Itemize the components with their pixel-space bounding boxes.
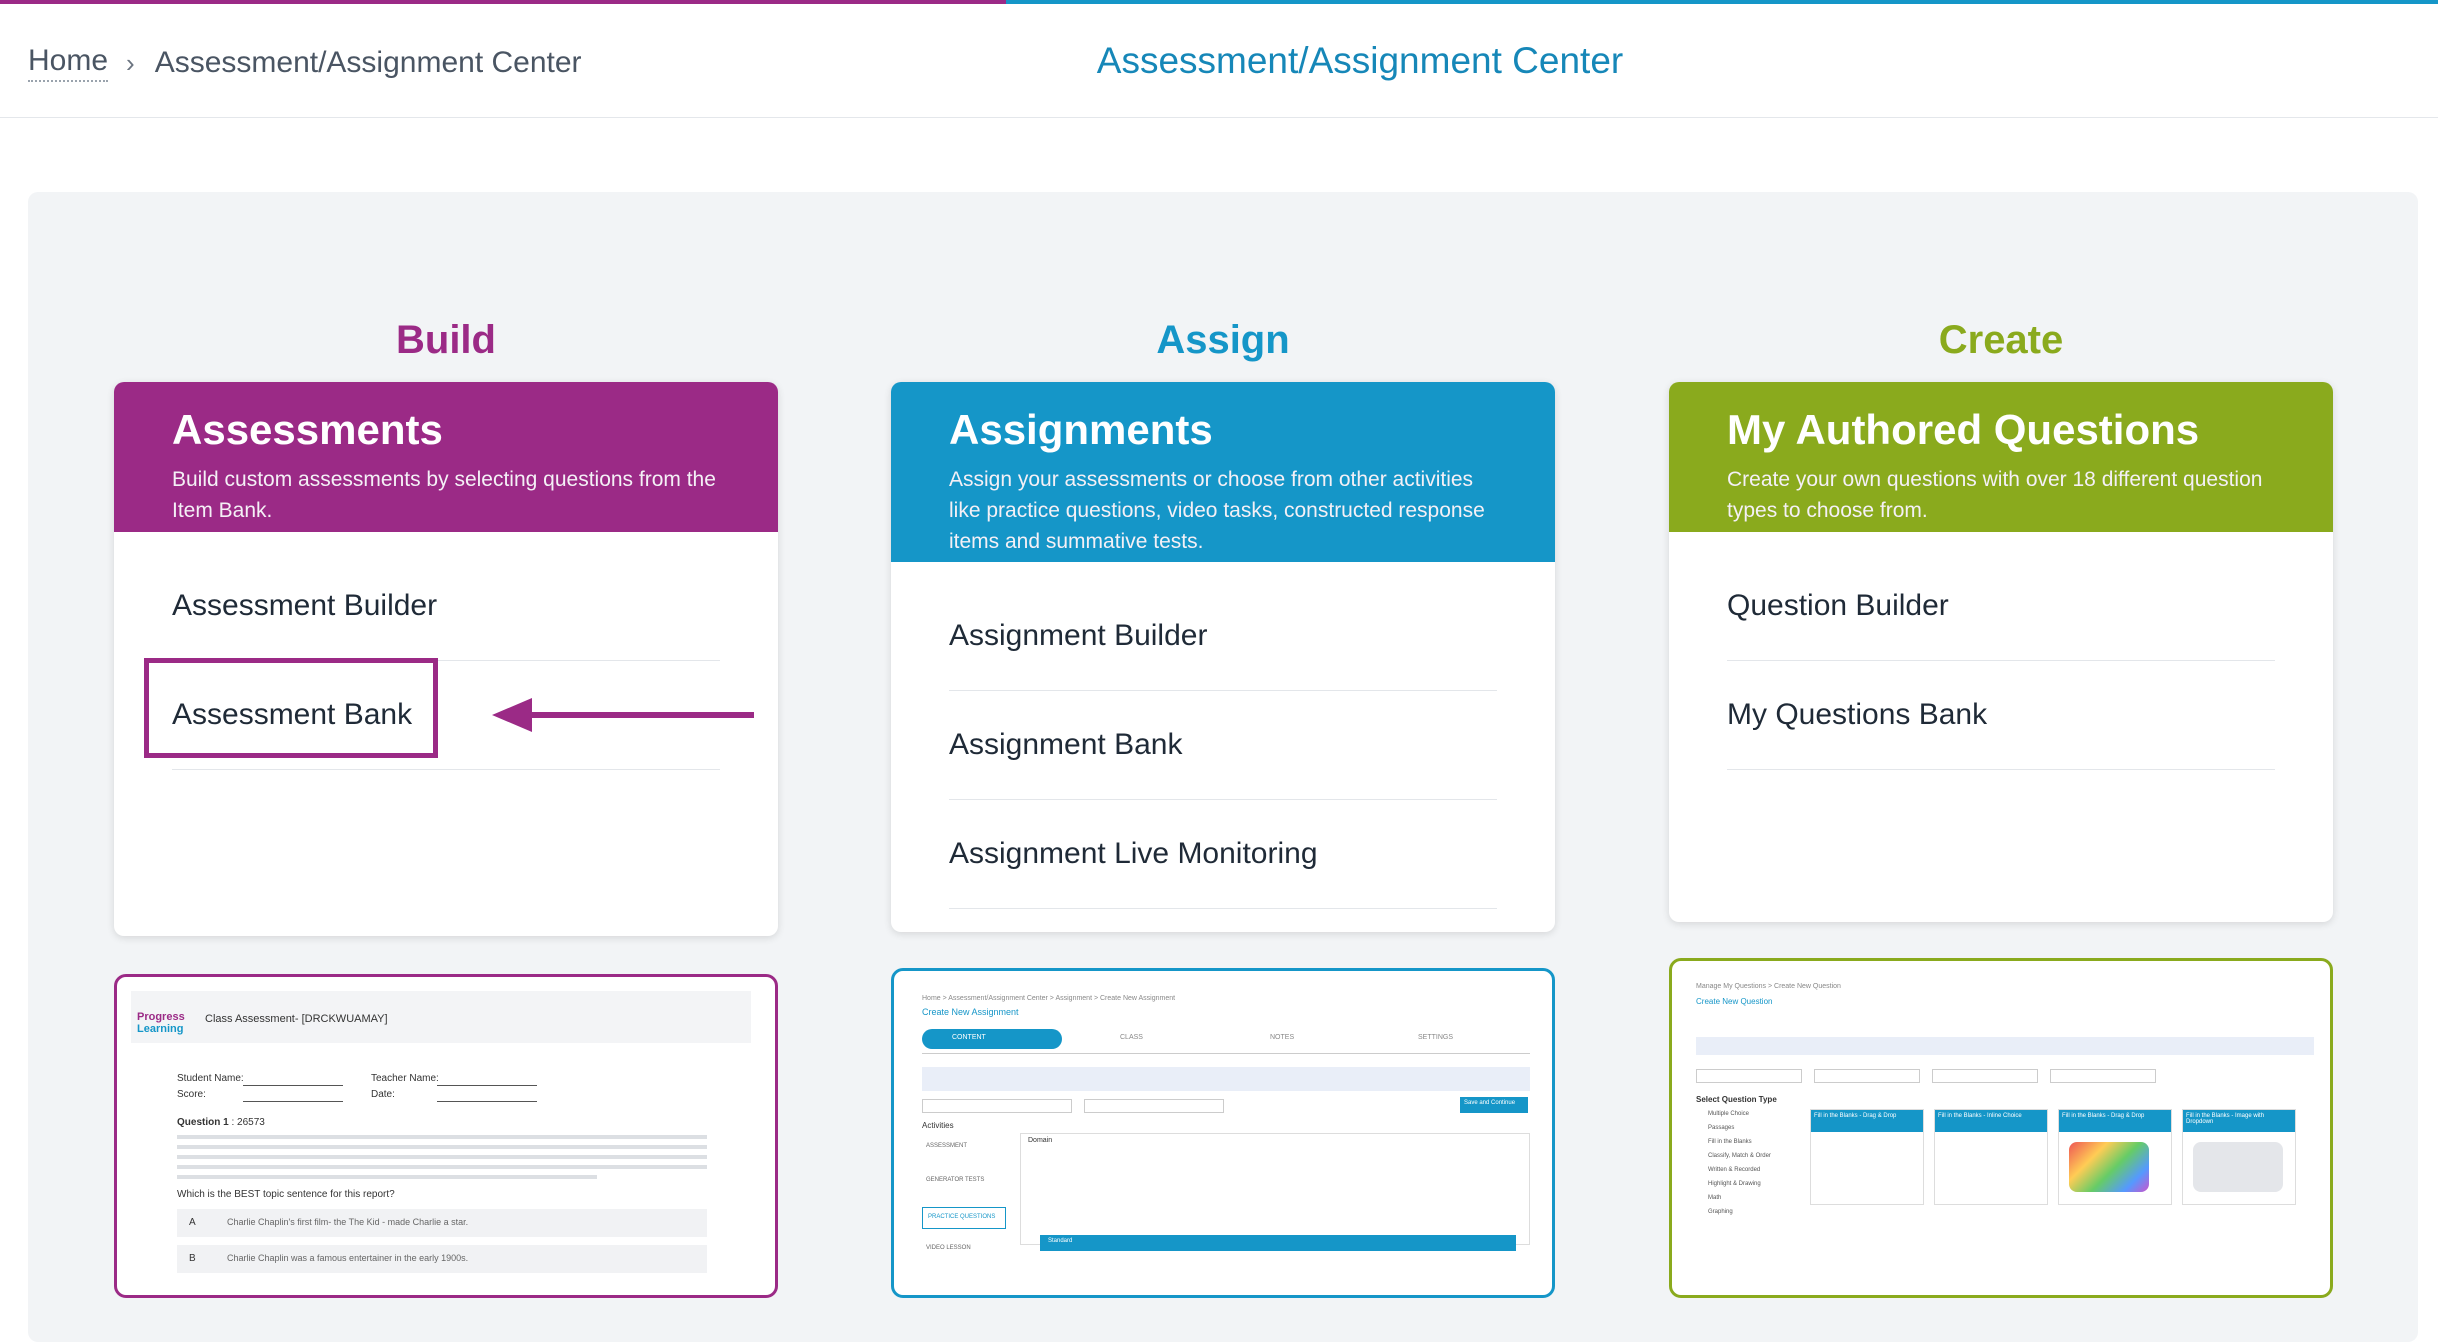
activity-video-lesson[interactable]: VIDEO LESSON [926, 1245, 971, 1251]
option-b-text: Charlie Chaplin was a famous entertainer… [227, 1253, 469, 1263]
tile-image-dropdown[interactable]: Fill in the Blanks - Image with Dropdown [2182, 1109, 2296, 1205]
option-a-letter: A [189, 1217, 196, 1228]
assessment-builder-link[interactable]: Assessment Builder [172, 552, 720, 661]
dok-select[interactable] [2050, 1069, 2156, 1083]
standard-header [1040, 1235, 1516, 1251]
type-passages[interactable]: Passages [1708, 1125, 1734, 1131]
assessments-card-header: Assessments Build custom assessments by … [114, 382, 778, 532]
assessments-card-description: Build custom assessments by selecting qu… [172, 468, 716, 522]
select-question-type-heading: Select Question Type [1696, 1095, 1777, 1104]
assignments-card-description: Assign your assessments or choose from o… [949, 468, 1485, 553]
info-banner [1696, 1037, 2314, 1055]
assignments-card: Assignments Assign your assessments or c… [891, 382, 1555, 932]
step-notes-label: NOTES [1270, 1034, 1295, 1041]
preview-title: Create New Question [1696, 997, 1773, 1006]
assignment-live-monitoring-link[interactable]: Assignment Live Monitoring [949, 800, 1497, 909]
question-preview-thumbnail[interactable]: Manage My Questions > Create New Questio… [1669, 958, 2333, 1298]
question-builder-link[interactable]: Question Builder [1727, 552, 2275, 661]
progress-learning-logo-bottom: Learning [137, 1023, 184, 1035]
domain-panel [1020, 1133, 1530, 1245]
type-written-recorded[interactable]: Written & Recorded [1708, 1167, 1760, 1173]
tile-map-drag-drop[interactable]: Fill in the Blanks - Drag & Drop [2058, 1109, 2172, 1205]
type-fill-in-blanks[interactable]: Fill in the Blanks [1708, 1139, 1752, 1145]
save-continue-label: Save and Continue [1464, 1100, 1516, 1106]
assessments-card-title: Assessments [172, 406, 443, 453]
us-map-image [2069, 1142, 2149, 1192]
assessment-preview-thumbnail[interactable]: Progress Learning Class Assessment- [DRC… [114, 974, 778, 1298]
question-prompt: Which is the BEST topic sentence for thi… [177, 1189, 395, 1200]
preview-breadcrumb: Manage My Questions > Create New Questio… [1696, 983, 1841, 990]
assignments-card-title: Assignments [949, 406, 1213, 453]
type-classify-match-order[interactable]: Classify, Match & Order [1708, 1153, 1771, 1159]
column-title-build: Build [396, 318, 496, 362]
subject-field[interactable] [1084, 1099, 1224, 1113]
assignments-card-header: Assignments Assign your assessments or c… [891, 382, 1555, 562]
type-highlight-drawing[interactable]: Highlight & Drawing [1708, 1181, 1761, 1187]
step-settings-label: SETTINGS [1418, 1034, 1454, 1041]
authored-questions-card-description: Create your own questions with over 18 d… [1727, 468, 2263, 522]
tile-drag-drop[interactable]: Fill in the Blanks - Drag & Drop [1810, 1109, 1924, 1205]
activity-practice-questions[interactable]: PRACTICE QUESTIONS [928, 1214, 995, 1220]
question-number: Question 1 : 26573 [177, 1117, 265, 1128]
column-title-assign: Assign [1156, 318, 1290, 362]
assignment-preview-thumbnail[interactable]: Home > Assessment/Assignment Center > As… [891, 968, 1555, 1298]
standard-select[interactable] [1932, 1069, 2038, 1083]
standard-label: Standard [1048, 1238, 1073, 1244]
type-graphing[interactable]: Graphing [1708, 1209, 1733, 1215]
subject-select[interactable] [1696, 1069, 1802, 1083]
preview-breadcrumb: Home > Assessment/Assignment Center > As… [922, 995, 1176, 1002]
preview-title: Class Assessment- [DRCKWUAMAY] [205, 1013, 388, 1025]
activity-generator-tests[interactable]: GENERATOR TESTS [926, 1177, 984, 1183]
page-title: Assessment/Assignment Center [1096, 40, 1624, 81]
assignment-name-field[interactable] [922, 1099, 1072, 1113]
preview-title: Create New Assignment [922, 1007, 1019, 1017]
activities-heading: Activities [922, 1121, 954, 1130]
my-questions-bank-link[interactable]: My Questions Bank [1727, 661, 2275, 770]
arrow-left-icon [492, 698, 754, 732]
step-content-label: CONTENT [952, 1034, 986, 1041]
step-class-label: CLASS [1120, 1034, 1143, 1041]
map-image [2193, 1142, 2283, 1192]
assessment-bank-highlight [144, 658, 438, 758]
step-content[interactable] [922, 1029, 1062, 1049]
assignment-builder-link[interactable]: Assignment Builder [949, 582, 1497, 691]
authored-questions-card-header: My Authored Questions Create your own qu… [1669, 382, 2333, 532]
authored-questions-card-title: My Authored Questions [1727, 406, 2200, 453]
activity-assessment[interactable]: ASSESSMENT [926, 1143, 967, 1149]
domain-label: Domain [1028, 1137, 1053, 1144]
type-multiple-choice[interactable]: Multiple Choice [1708, 1111, 1749, 1117]
info-banner [922, 1067, 1530, 1091]
progress-learning-logo: Progress [137, 1011, 185, 1023]
teacher-name-label: Teacher Name: [371, 1073, 439, 1084]
score-label: Score: [177, 1089, 206, 1100]
student-name-label: Student Name: [177, 1073, 244, 1084]
authored-questions-card: My Authored Questions Create your own qu… [1669, 382, 2333, 922]
assignment-bank-link[interactable]: Assignment Bank [949, 691, 1497, 800]
date-label: Date: [371, 1089, 395, 1100]
page-header: Home › Assessment/Assignment Center Asse… [0, 4, 2438, 118]
domain-select[interactable] [1814, 1069, 1920, 1083]
option-a-text: Charlie Chaplin's first film- the The Ki… [227, 1217, 469, 1227]
type-math[interactable]: Math [1708, 1195, 1721, 1201]
column-title-create: Create [1938, 318, 2064, 362]
tile-inline-choice[interactable]: Fill in the Blanks - Inline Choice [1934, 1109, 2048, 1205]
option-b-letter: B [189, 1253, 196, 1264]
